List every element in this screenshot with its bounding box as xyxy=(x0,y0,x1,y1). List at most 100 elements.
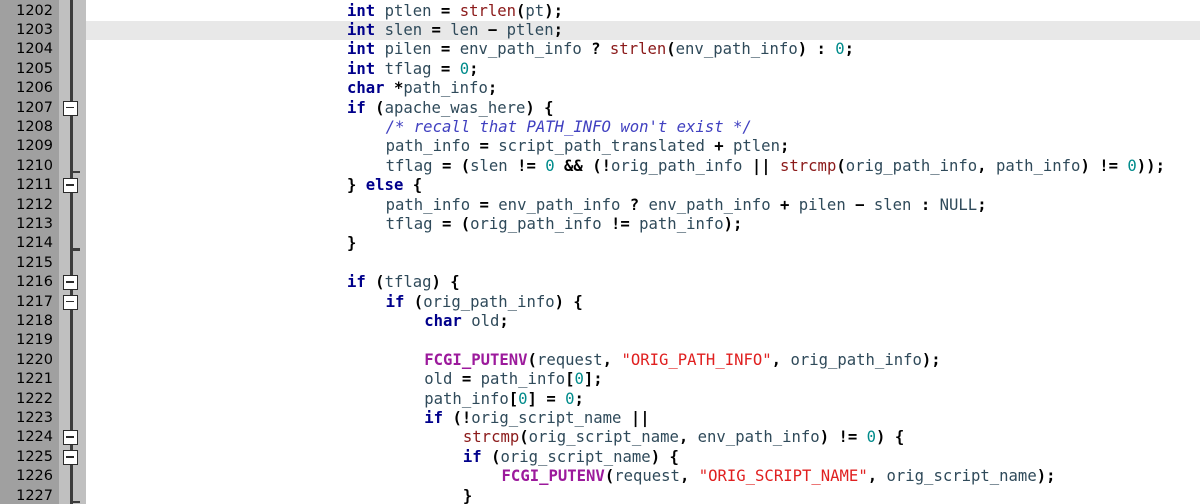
code-token-pln xyxy=(556,390,565,408)
line-number: 1221 xyxy=(16,371,53,388)
code-token-pln xyxy=(630,215,639,233)
code-token-op: ( xyxy=(516,1,526,20)
code-token-op: ; xyxy=(499,311,509,330)
code-token-num: 0 xyxy=(866,428,877,447)
code-token-id: orig_script_name xyxy=(528,428,679,447)
code-token-id: path_info xyxy=(995,156,1081,175)
code-token-op: ; xyxy=(779,137,790,156)
fold-toggle-icon[interactable] xyxy=(63,294,78,310)
code-token-op: [ xyxy=(565,370,575,389)
code-token-op: ; xyxy=(574,389,584,408)
code-line: if (orig_script_name) { xyxy=(463,448,679,467)
code-token-id: tflag xyxy=(385,214,433,233)
line-number: 1209 xyxy=(16,138,53,155)
code-token-op: } xyxy=(347,176,357,195)
code-token-id: orig_path_info xyxy=(470,214,602,233)
code-token-op: = xyxy=(431,20,441,39)
code-token-op: ; xyxy=(844,40,855,59)
code-token-id: path_info xyxy=(424,389,509,408)
code-token-pln xyxy=(583,157,592,175)
code-token-op: + xyxy=(779,195,790,214)
code-token-op: ( xyxy=(460,214,471,233)
code-token-pln xyxy=(621,409,630,427)
code-token-pln xyxy=(742,157,751,175)
code-token-op: != xyxy=(517,156,536,175)
code-token-op: ( xyxy=(666,40,676,59)
fold-toggle-icon[interactable] xyxy=(63,430,78,446)
code-line: path_info = env_path_info ? env_path_inf… xyxy=(386,196,987,215)
code-token-fn: strlen xyxy=(459,1,517,20)
code-token-num: 0 xyxy=(1127,156,1137,175)
code-token-op: ( xyxy=(375,273,385,292)
code-token-pln xyxy=(450,60,459,78)
editor-gutter[interactable]: 1202 1203 1204 1205 1206 1207 1208 1209 1210 1211… xyxy=(0,0,86,504)
code-token-kw: else xyxy=(365,176,404,195)
code-token-pln xyxy=(537,390,546,408)
fold-toggle-icon[interactable] xyxy=(63,178,78,194)
code-token-pln xyxy=(930,196,939,214)
code-token-id: len xyxy=(450,20,479,39)
code-token-op: ( xyxy=(460,156,471,175)
code-token-pln xyxy=(375,40,384,58)
code-token-op: ); xyxy=(1036,467,1056,486)
code-token-id: tflag xyxy=(384,59,432,78)
code-line: path_info = script_path_translated + ptl… xyxy=(386,137,790,156)
code-token-op: ( xyxy=(413,292,424,311)
code-editor[interactable]: 1202 1203 1204 1205 1206 1207 1208 1209 1210 1211… xyxy=(0,0,1200,504)
code-line: } xyxy=(463,487,472,504)
code-line: if (apache_was_here) { xyxy=(347,99,554,118)
active-line-bar xyxy=(86,20,1200,41)
code-token-pln xyxy=(356,176,365,194)
code-token-pln xyxy=(724,137,733,155)
code-token-pln xyxy=(857,428,866,446)
code-token-op: ); xyxy=(723,214,743,233)
code-token-pln xyxy=(404,293,413,311)
code-token-op: != xyxy=(838,428,858,447)
code-token-num: 0 xyxy=(565,389,575,408)
code-token-op: = xyxy=(440,40,451,59)
code-token-op: ] xyxy=(527,389,537,408)
code-token-pln xyxy=(602,215,611,233)
code-token-op: ); xyxy=(544,1,563,20)
code-token-op: ) xyxy=(819,428,830,447)
code-line: int pilen = env_path_info ? strlen(env_p… xyxy=(347,40,854,59)
line-number: 1210 xyxy=(16,157,53,174)
code-token-op: (! xyxy=(452,408,472,427)
code-token-op: ? xyxy=(591,40,601,59)
code-token-id: path_info xyxy=(385,195,471,214)
line-number: 1204 xyxy=(16,41,53,58)
code-line: int slen = len − ptlen; xyxy=(347,21,563,40)
code-token-op: = xyxy=(479,137,489,156)
code-line: if (tflag) { xyxy=(347,273,460,292)
code-token-pln xyxy=(471,370,480,388)
code-token-pln xyxy=(452,370,461,388)
code-token-id: env_path_info xyxy=(697,428,820,447)
line-number: 1216 xyxy=(16,274,53,291)
code-token-op: [ xyxy=(508,389,519,408)
code-token-op: ; xyxy=(553,20,563,39)
line-number: 1213 xyxy=(16,215,53,232)
code-token-id: orig_path_info xyxy=(611,156,743,175)
code-token-pln xyxy=(375,2,384,20)
code-token-op: ) { xyxy=(525,98,554,117)
code-token-kw: int xyxy=(347,40,376,59)
code-token-pln xyxy=(865,196,874,214)
code-token-id: env_path_info xyxy=(675,40,798,59)
code-token-op: , xyxy=(771,350,791,369)
code-token-id: env_path_info xyxy=(648,195,771,214)
code-token-pln xyxy=(403,176,412,194)
code-token-op: , xyxy=(602,350,622,369)
code-token-id: orig_path_info xyxy=(790,350,922,369)
fold-toggle-icon[interactable] xyxy=(63,100,78,116)
fold-toggle-icon[interactable] xyxy=(63,449,78,465)
code-token-pln xyxy=(366,273,375,291)
code-token-pln xyxy=(450,40,459,58)
code-token-pln xyxy=(470,137,479,155)
code-token-pln xyxy=(478,21,487,39)
code-token-op: ( xyxy=(604,467,615,486)
fold-toggle-icon[interactable] xyxy=(63,275,78,291)
code-token-pln xyxy=(432,40,441,58)
code-token-pln xyxy=(450,2,459,20)
code-content-area[interactable]: int ptlen = strlen(pt); int slen = len − … xyxy=(86,0,1200,504)
code-token-pln xyxy=(536,157,545,175)
